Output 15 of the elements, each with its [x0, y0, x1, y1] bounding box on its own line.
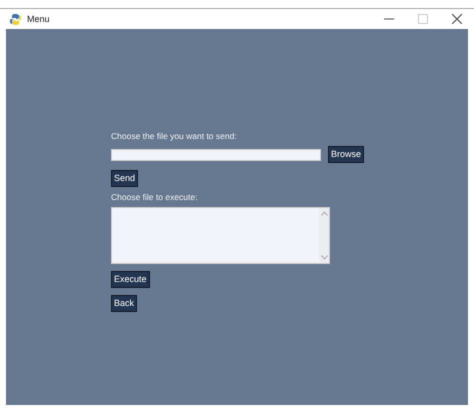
back-button[interactable]: Back: [111, 295, 138, 312]
scroll-down-icon[interactable]: [320, 255, 328, 260]
send-button[interactable]: Send: [111, 170, 138, 187]
maximize-icon[interactable]: [418, 14, 428, 24]
app-icon: [10, 14, 21, 24]
file-list[interactable]: [111, 207, 330, 264]
execute-button[interactable]: Execute: [111, 271, 150, 288]
file-path-field[interactable]: [111, 148, 321, 160]
window-title: Menu: [27, 14, 50, 24]
close-icon[interactable]: [452, 14, 462, 24]
browse-button[interactable]: Browse: [328, 146, 364, 163]
scrollbar[interactable]: [319, 208, 329, 263]
send-label: Choose the file you want to send:: [111, 131, 238, 141]
execute-label: Choose file to execute:: [111, 192, 198, 202]
scroll-up-icon[interactable]: [320, 211, 328, 216]
